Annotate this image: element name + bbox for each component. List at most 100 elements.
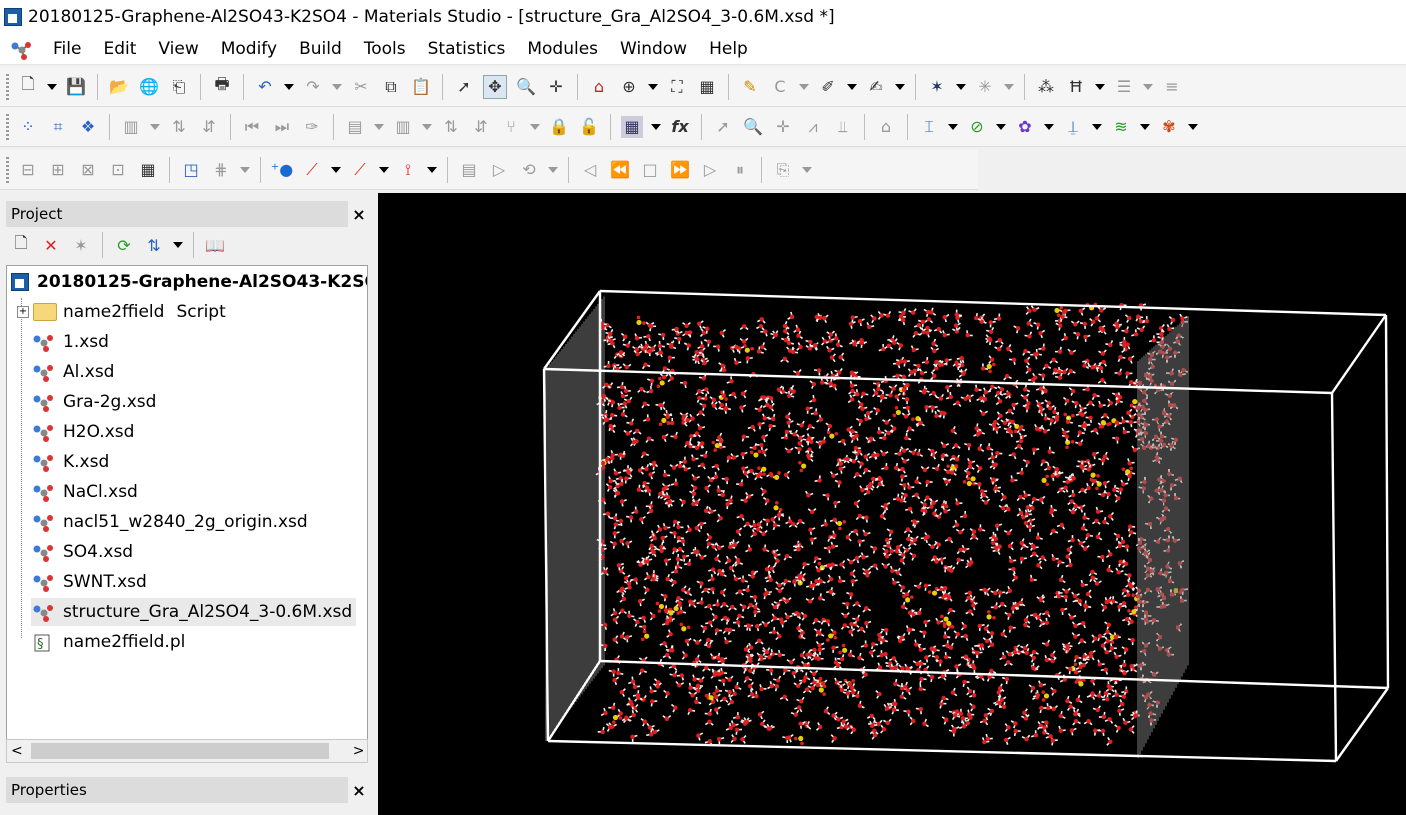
dmol-module-icon[interactable]: ⊘ <box>966 116 988 138</box>
unlock-icon[interactable]: 🔓 <box>578 116 600 138</box>
sort-za-icon[interactable]: ⇵ <box>470 116 492 138</box>
paste-icon[interactable]: 📋 <box>410 76 432 98</box>
clean-structure-icon[interactable]: ✶ <box>926 76 948 98</box>
menu-help[interactable]: Help <box>698 39 759 59</box>
sort-az-project-icon[interactable]: ⇅ <box>143 234 165 256</box>
sketch-pencil-icon[interactable]: ✎ <box>739 76 761 98</box>
sort-ascending-icon[interactable]: ⇅ <box>168 116 190 138</box>
menu-modify[interactable]: Modify <box>210 39 288 59</box>
redo-icon[interactable]: ↷ <box>302 76 324 98</box>
tree-item-nacl51-xsd[interactable]: nacl51_w2840_2g_origin.xsd <box>31 508 308 536</box>
project-horizontal-scrollbar[interactable]: < > <box>6 739 368 763</box>
project-root[interactable]: 20180125-Graphene-Al2SO43-K2SO4 <box>11 268 367 296</box>
snap-dropdown-icon[interactable] <box>240 166 250 173</box>
center-view-icon[interactable]: ⊕ <box>618 76 640 98</box>
mesodyn-dropdown-icon[interactable] <box>1140 123 1150 130</box>
sorption-module-icon[interactable]: ✾ <box>1158 116 1180 138</box>
pointer-icon[interactable]: ➚ <box>712 116 734 138</box>
pan-gray-icon[interactable]: ✛ <box>772 116 794 138</box>
move-down-icon[interactable]: ⊡ <box>107 159 129 181</box>
lock-icon[interactable]: 🔒 <box>548 116 570 138</box>
new-dropdown-icon[interactable] <box>47 83 57 90</box>
menu-build[interactable]: Build <box>288 39 353 59</box>
export-icon[interactable]: ⎗ <box>168 76 190 98</box>
undo-dropdown-icon[interactable] <box>284 83 294 90</box>
first-frame-icon[interactable]: ⏮ <box>241 116 263 138</box>
toolbar-grip[interactable] <box>6 113 9 140</box>
spectrum-icon[interactable]: ⩘ <box>802 116 824 138</box>
add-atom-icon[interactable]: ⁺● <box>271 159 293 181</box>
cut-icon[interactable]: ✂ <box>350 76 372 98</box>
tree-item-1-xsd[interactable]: 1.xsd <box>31 328 109 356</box>
calculator-icon[interactable]: ▤ <box>344 116 366 138</box>
filter-icon[interactable]: ⑂ <box>500 116 522 138</box>
castep-dropdown-icon[interactable] <box>1044 123 1054 130</box>
bond-order-icon[interactable]: ⟋ <box>349 159 371 181</box>
atom-abc-icon[interactable]: ⌗ <box>47 116 69 138</box>
bond-order-dropdown-icon[interactable] <box>379 166 389 173</box>
amorphous-module-icon[interactable]: ⍊ <box>1062 116 1084 138</box>
bond-dropdown-icon[interactable] <box>895 83 905 90</box>
open-book-icon[interactable]: 📖 <box>204 234 226 256</box>
sort-dropdown-icon[interactable] <box>173 242 183 248</box>
tree-item-h2o-xsd[interactable]: H2O.xsd <box>31 418 134 446</box>
tree-item-swnt-xsd[interactable]: SWNT.xsd <box>31 568 147 596</box>
menu-edit[interactable]: Edit <box>92 39 147 59</box>
lattice-icon[interactable]: ☰ <box>1113 76 1135 98</box>
menu-file[interactable]: File <box>42 39 92 59</box>
sort-descending-icon[interactable]: ⇵ <box>198 116 220 138</box>
scroll-left-icon[interactable]: < <box>11 743 23 759</box>
chart-bars-icon[interactable]: ▥ <box>120 116 142 138</box>
expand-plus-icon[interactable]: + <box>17 306 29 318</box>
script-doc-icon[interactable]: ▤ <box>458 159 480 181</box>
fit-to-screen-icon[interactable]: ⛶ <box>666 76 688 98</box>
filter-dropdown-icon[interactable] <box>530 123 540 130</box>
add-bond-icon[interactable]: ⟋ <box>301 159 323 181</box>
undo-icon[interactable]: ↶ <box>254 76 276 98</box>
chart-dropdown-icon[interactable] <box>150 123 160 130</box>
redo-dropdown-icon[interactable] <box>332 83 342 90</box>
materials-studio-app-icon[interactable] <box>4 8 22 26</box>
sort-az-icon[interactable]: ⇅ <box>440 116 462 138</box>
dmol-dropdown-icon[interactable] <box>996 123 1006 130</box>
run-icon[interactable]: ▷ <box>488 159 510 181</box>
new-document-icon[interactable]: 🗋 <box>17 74 39 98</box>
stop-icon[interactable]: □ <box>639 159 661 181</box>
atom-selection-icon[interactable]: ⁘ <box>17 116 39 138</box>
menu-modules[interactable]: Modules <box>516 39 609 59</box>
animation-mode-icon[interactable]: ⎘ <box>772 159 794 181</box>
import-icon[interactable]: 🌐 <box>138 76 160 98</box>
tree-item-gra-2g-xsd[interactable]: Gra-2g.xsd <box>31 388 156 416</box>
bond-type-dropdown-icon[interactable] <box>331 166 341 173</box>
element-dropdown-icon[interactable] <box>847 83 857 90</box>
mesodyn-module-icon[interactable]: ≋ <box>1110 116 1132 138</box>
calc-dropdown-icon[interactable] <box>374 123 384 130</box>
refresh-icon[interactable]: ⟳ <box>113 234 135 256</box>
label-dropdown-icon[interactable] <box>1095 83 1105 90</box>
lattice-dropdown-icon[interactable] <box>1143 83 1153 90</box>
menu-statistics[interactable]: Statistics <box>417 39 517 59</box>
move-up-icon[interactable]: ⊠ <box>77 159 99 181</box>
tree-item-so4-xsd[interactable]: SO4.xsd <box>31 538 133 566</box>
tree-item-al-xsd[interactable]: Al.xsd <box>31 358 114 386</box>
properties-icon[interactable]: ▦ <box>137 159 159 181</box>
expand-icon[interactable]: ⊞ <box>47 159 69 181</box>
display-style-icon[interactable]: ▦ <box>696 76 718 98</box>
step-back-icon[interactable]: ⏪ <box>609 159 631 181</box>
tree-item-k-xsd[interactable]: K.xsd <box>31 448 109 476</box>
castep-module-icon[interactable]: ✿ <box>1014 116 1036 138</box>
scrollbar-thumb[interactable] <box>30 743 329 759</box>
amorphous-dropdown-icon[interactable] <box>1092 123 1102 130</box>
home-gray-icon[interactable]: ⌂ <box>875 116 897 138</box>
structure-3d-viewer[interactable] <box>378 193 1406 815</box>
project-close-icon[interactable]: × <box>352 205 366 224</box>
animation-dropdown-icon[interactable] <box>802 166 812 173</box>
function-icon[interactable]: fx <box>669 116 691 138</box>
rotate-icon[interactable]: ✥ <box>483 74 507 99</box>
hbond-dropdown-icon[interactable] <box>427 166 437 173</box>
menu-window[interactable]: Window <box>609 39 698 59</box>
sorption-dropdown-icon[interactable] <box>1188 123 1198 130</box>
print-icon[interactable]: 🖶 <box>211 74 233 98</box>
label-icon[interactable]: Ħ <box>1065 76 1087 98</box>
chart-bars-2-icon[interactable]: ▥ <box>392 116 414 138</box>
